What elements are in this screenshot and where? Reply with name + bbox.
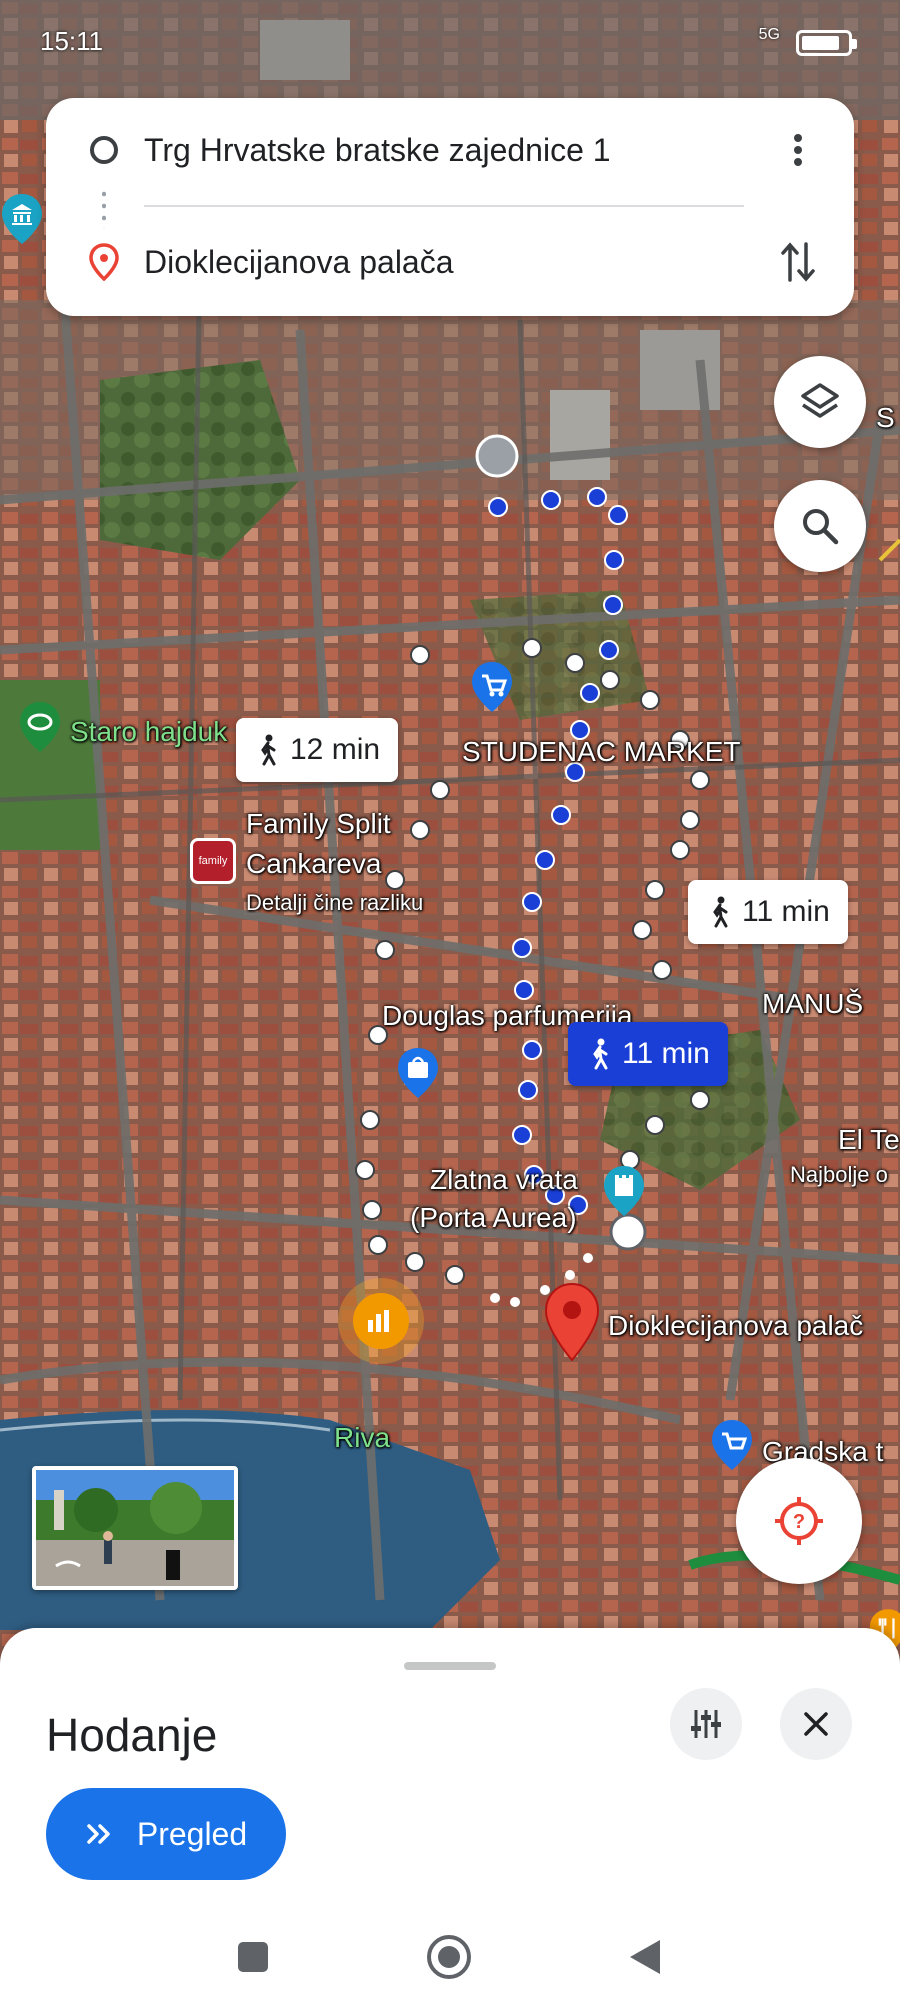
route-chip-alt-1[interactable]: 12 min	[236, 718, 399, 782]
family-split-logo[interactable]: family	[190, 838, 236, 884]
busyness-hotspot-icon[interactable]	[336, 1276, 426, 1366]
route-divider	[144, 205, 744, 207]
route-chip-selected[interactable]: 11 min	[568, 1022, 728, 1086]
map-label-zlatna-vrata[interactable]: Zlatna vrata	[430, 1164, 578, 1196]
shopping-cart-pin-icon[interactable]	[470, 660, 514, 714]
svg-text:?: ?	[793, 1511, 805, 1533]
layers-icon	[801, 383, 839, 418]
more-vert-icon	[794, 134, 802, 166]
battery-level	[802, 36, 840, 50]
shopping-bag-pin-icon[interactable]	[396, 1046, 440, 1100]
map-label-studenac[interactable]: STUDENAC MARKET	[462, 736, 740, 768]
preview-label: Pregled	[136, 1815, 248, 1852]
museum-pin-icon[interactable]	[0, 192, 44, 246]
street-view-image	[36, 1470, 234, 1586]
route-card: Trg Hrvatske bratske zajednice 1 Dioklec…	[46, 98, 854, 316]
route-chip-time: 11 min	[622, 1037, 710, 1070]
preview-button[interactable]: Pregled	[46, 1788, 286, 1880]
status-time: 15:11	[40, 26, 104, 56]
more-options-button[interactable]	[778, 126, 818, 174]
back-triangle-icon	[630, 1940, 660, 1974]
map-label-family-subtitle: Detalji čine razliku	[246, 890, 424, 915]
destination-text[interactable]: Dioklecijanova palača	[144, 244, 454, 281]
double-chevron-icon	[87, 1824, 110, 1844]
system-navigation-bar	[0, 1910, 900, 2000]
map-label-family-cankareva[interactable]: Cankareva	[246, 848, 381, 880]
back-button[interactable]	[620, 1932, 670, 1982]
origin-text[interactable]: Trg Hrvatske bratske zajednice 1	[144, 132, 611, 169]
street-view-thumbnail[interactable]	[32, 1466, 238, 1590]
travel-mode-title: Hodanje	[46, 1709, 218, 1761]
origin-circle-icon	[90, 136, 118, 164]
route-chip-time: 12 min	[290, 733, 381, 766]
map-label-staro-hajduk[interactable]: Staro hajduk	[70, 716, 227, 748]
recents-button[interactable]	[228, 1932, 278, 1982]
map-label-porta-aurea[interactable]: (Porta Aurea)	[410, 1202, 577, 1234]
destination-row[interactable]: Dioklecijanova palača	[46, 212, 854, 312]
destination-marker-icon	[89, 243, 119, 281]
layers-button[interactable]	[774, 356, 866, 448]
walking-icon	[593, 1038, 608, 1070]
swap-vert-icon	[781, 242, 815, 282]
grocery-pin-icon[interactable]	[710, 1418, 754, 1472]
home-circle-icon	[427, 1935, 471, 1979]
recents-square-icon	[238, 1942, 268, 1972]
map-label-najbolje: Najbolje o	[790, 1162, 888, 1187]
family-logo-text: family	[198, 855, 228, 867]
origin-row[interactable]: Trg Hrvatske bratske zajednice 1	[46, 100, 854, 200]
search-icon	[803, 509, 839, 545]
locate-button[interactable]: ?	[736, 1458, 862, 1584]
walking-icon	[713, 896, 728, 928]
directions-bottom-sheet: Hodanje Pregled	[0, 1628, 900, 2000]
close-directions-button[interactable]	[780, 1688, 852, 1760]
home-button[interactable]	[424, 1932, 474, 1982]
map-label-dioklecijanova[interactable]: Dioklecijanova palač	[608, 1310, 863, 1342]
map-label-edge-s: S	[876, 402, 895, 433]
gps-locate-icon: ?	[775, 1497, 823, 1545]
map-label-manus[interactable]: MANUŠ	[762, 988, 863, 1020]
route-chip-alt-2[interactable]: 11 min	[688, 880, 848, 944]
map-label-el-te[interactable]: El Te	[838, 1124, 900, 1156]
sheet-drag-handle[interactable]	[404, 1662, 496, 1670]
battery-icon	[796, 30, 857, 56]
map-label-riva[interactable]: Riva	[334, 1422, 390, 1454]
destination-pin-icon[interactable]	[544, 1282, 600, 1362]
map-label-family-split[interactable]: Family Split	[246, 808, 391, 840]
search-button[interactable]	[774, 480, 866, 572]
tune-icon	[691, 1710, 721, 1738]
stadium-pin-icon[interactable]	[18, 700, 62, 754]
route-chip-time: 11 min	[742, 895, 830, 928]
close-icon	[804, 1712, 828, 1736]
route-options-button[interactable]	[670, 1688, 742, 1760]
walking-icon	[261, 734, 276, 766]
swap-route-button[interactable]	[778, 238, 818, 286]
signal-indicator: 5G	[758, 26, 780, 43]
tourist-attraction-pin-icon[interactable]	[602, 1164, 646, 1218]
